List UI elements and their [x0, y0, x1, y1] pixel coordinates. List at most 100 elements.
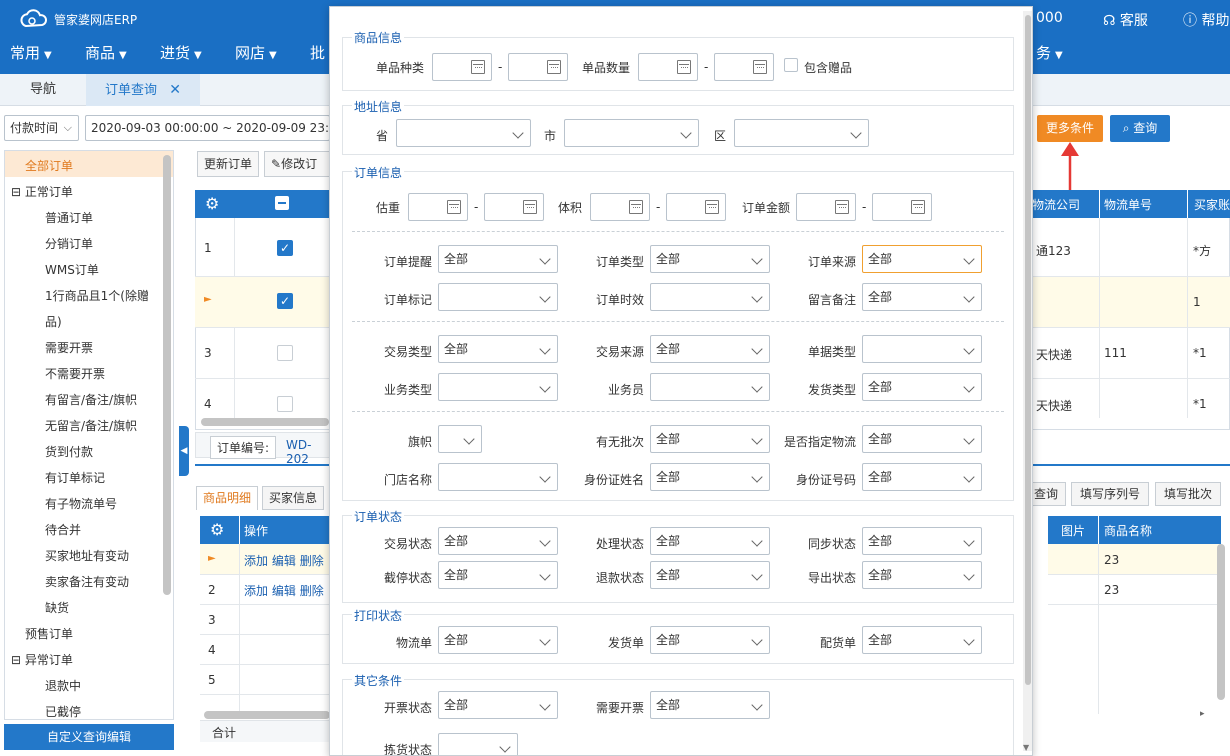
query-button[interactable]: ⌕ 查询: [1110, 115, 1170, 142]
ship-sheet-select[interactable]: 全部: [650, 626, 770, 654]
province-select[interactable]: [396, 119, 531, 147]
store-name-select[interactable]: [438, 463, 558, 491]
calculator-icon[interactable]: [677, 60, 691, 74]
calculator-icon[interactable]: [471, 60, 485, 74]
fill-batch-button[interactable]: 填写批次: [1155, 482, 1221, 506]
date-range-input[interactable]: 2020-09-03 00:00:00 ~ 2020-09-09 23:59:5…: [85, 115, 330, 141]
calculator-icon[interactable]: [705, 200, 719, 214]
tab-order-query[interactable]: 订单查询 ✕: [86, 74, 200, 106]
nav-item-service[interactable]: 务 ▼: [1036, 42, 1063, 63]
row-checkbox-checked[interactable]: ✓: [277, 293, 293, 309]
tree-item[interactable]: 品): [45, 313, 62, 330]
row-checkbox[interactable]: [277, 345, 293, 361]
id-number-select[interactable]: 全部: [862, 463, 982, 491]
collapse-icon[interactable]: ⊟: [11, 185, 21, 199]
invoice-status-select[interactable]: 全部: [438, 691, 558, 719]
add-link[interactable]: 添加: [244, 584, 268, 598]
tree-item[interactable]: 需要开票: [45, 339, 93, 356]
calculator-icon[interactable]: [753, 60, 767, 74]
volume-min-input[interactable]: [590, 193, 650, 221]
assigned-logistics-select[interactable]: 全部: [862, 425, 982, 453]
weight-min-input[interactable]: [408, 193, 468, 221]
tree-item[interactable]: 1行商品且1个(除赠: [45, 287, 149, 304]
product-kinds-min-input[interactable]: [432, 53, 492, 81]
close-icon[interactable]: ✕: [169, 82, 181, 98]
nav-item-common[interactable]: 常用 ▼: [10, 42, 52, 63]
tree-item-normal[interactable]: ⊟ 正常订单: [11, 183, 73, 200]
pick-sheet-select[interactable]: 全部: [862, 626, 982, 654]
amount-min-input[interactable]: [796, 193, 856, 221]
edit-link[interactable]: 编辑: [272, 554, 296, 568]
picking-status-select[interactable]: [438, 733, 518, 755]
include-gift-checkbox[interactable]: [784, 58, 798, 72]
row-checkbox-checked[interactable]: ✓: [277, 240, 293, 256]
city-select[interactable]: [564, 119, 699, 147]
refund-status-select[interactable]: 全部: [650, 561, 770, 589]
tree-item[interactable]: 有留言/备注/旗帜: [45, 391, 137, 408]
intercept-status-select[interactable]: 全部: [438, 561, 558, 589]
need-invoice-select[interactable]: 全部: [650, 691, 770, 719]
id-name-select[interactable]: 全部: [650, 463, 770, 491]
calculator-icon[interactable]: [523, 200, 537, 214]
message-remark-select[interactable]: 全部: [862, 283, 982, 311]
collapse-panel-handle[interactable]: ◀: [179, 426, 189, 476]
select-all-checkbox[interactable]: [275, 196, 289, 210]
order-no-value[interactable]: WD-202: [286, 438, 329, 466]
nav-item-wholesale[interactable]: 批: [310, 42, 325, 63]
nav-item-purchase[interactable]: 进货 ▼: [160, 42, 202, 63]
add-link[interactable]: 添加: [244, 554, 268, 568]
trade-status-select[interactable]: 全部: [438, 527, 558, 555]
tree-item[interactable]: 卖家备注有变动: [45, 573, 129, 590]
tree-item[interactable]: 分销订单: [45, 235, 93, 252]
nav-item-shop[interactable]: 网店 ▼: [235, 42, 277, 63]
refresh-orders-button[interactable]: 更新订单: [197, 151, 259, 177]
gear-icon[interactable]: ⚙: [205, 194, 219, 213]
scroll-down-icon[interactable]: ▼: [1023, 743, 1029, 752]
calculator-icon[interactable]: [629, 200, 643, 214]
product-kinds-max-input[interactable]: [508, 53, 568, 81]
tree-item[interactable]: 不需要开票: [45, 365, 105, 382]
fill-serial-button[interactable]: 填写序列号: [1071, 482, 1149, 506]
district-select[interactable]: [734, 119, 869, 147]
trade-type-select[interactable]: 全部: [438, 335, 558, 363]
customer-service-link[interactable]: ☊ 客服: [1103, 10, 1148, 30]
logistics-sheet-select[interactable]: 全部: [438, 626, 558, 654]
has-batch-select[interactable]: 全部: [650, 425, 770, 453]
salesperson-select[interactable]: [650, 373, 770, 401]
more-conditions-button[interactable]: 更多条件: [1037, 115, 1103, 142]
weight-max-input[interactable]: [484, 193, 544, 221]
help-link[interactable]: ⓘ 帮助: [1183, 10, 1229, 30]
dialog-scrollbar-thumb[interactable]: [1025, 15, 1031, 685]
order-reminder-select[interactable]: 全部: [438, 245, 558, 273]
tab-buyer-info[interactable]: 买家信息: [262, 486, 324, 510]
tree-item[interactable]: 已截停: [45, 703, 81, 719]
ship-type-select[interactable]: 全部: [862, 373, 982, 401]
row-checkbox[interactable]: [277, 396, 293, 412]
flag-select[interactable]: [438, 425, 482, 453]
tree-item[interactable]: 货到付款: [45, 443, 93, 460]
tree-item[interactable]: 普通订单: [45, 209, 93, 226]
calculator-icon[interactable]: [911, 200, 925, 214]
delete-link[interactable]: 删除: [300, 554, 324, 568]
tree-item[interactable]: 有订单标记: [45, 469, 105, 486]
edit-order-button[interactable]: ✎修改订: [264, 151, 330, 177]
grid-h-scrollbar[interactable]: [201, 418, 329, 426]
nav-item-product[interactable]: 商品 ▼: [85, 42, 127, 63]
tree-item-abnormal[interactable]: ⊟ 异常订单: [11, 651, 73, 668]
tree-item[interactable]: WMS订单: [45, 261, 99, 278]
volume-max-input[interactable]: [666, 193, 726, 221]
amount-max-input[interactable]: [872, 193, 932, 221]
tree-scrollbar[interactable]: [163, 155, 171, 595]
calculator-icon[interactable]: [835, 200, 849, 214]
calculator-icon[interactable]: [447, 200, 461, 214]
edit-link[interactable]: 编辑: [272, 584, 296, 598]
custom-query-edit-button[interactable]: 自定义查询编辑: [4, 724, 174, 750]
detail-v-scrollbar[interactable]: [1217, 544, 1225, 700]
tab-product-detail[interactable]: 商品明细: [196, 486, 258, 510]
trade-source-select[interactable]: 全部: [650, 335, 770, 363]
tree-item-presale[interactable]: 预售订单: [25, 625, 73, 642]
tree-item[interactable]: 有子物流单号: [45, 495, 117, 512]
collapse-icon[interactable]: ⊟: [11, 653, 21, 667]
export-status-select[interactable]: 全部: [862, 561, 982, 589]
process-status-select[interactable]: 全部: [650, 527, 770, 555]
